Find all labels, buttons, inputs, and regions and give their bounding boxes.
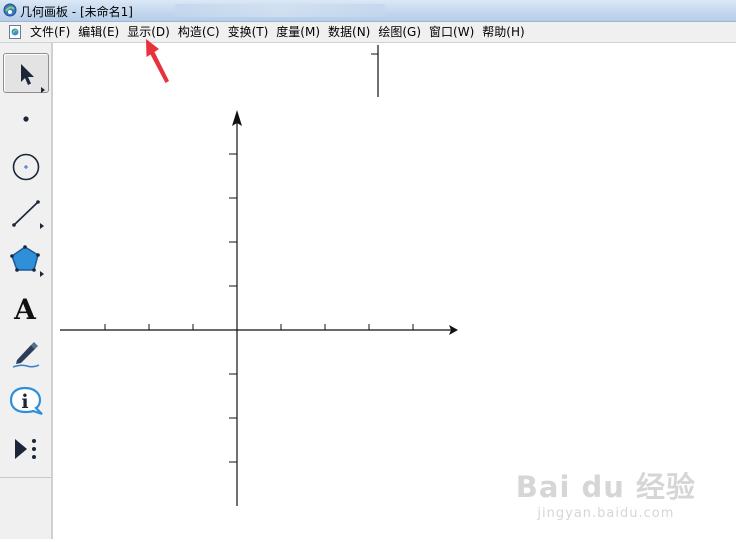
info-icon: i [9,386,43,416]
toolbox: A i [0,43,53,539]
document-icon[interactable] [7,24,23,40]
sketch-canvas[interactable]: Bai du 经验 jingyan.baidu.com [55,43,736,539]
menu-edit[interactable]: 编辑(E) [77,22,126,42]
info-tool-label: i [21,391,28,413]
menu-construct[interactable]: 构造(C) [177,22,227,42]
window-title: 几何画板 - [未命名1] [20,5,133,19]
y-axis[interactable] [229,110,242,506]
compass-tool[interactable] [3,146,49,186]
circle-icon [12,153,40,181]
menu-file[interactable]: 文件(F) [29,22,77,42]
toolbox-divider [0,477,51,478]
menu-graph[interactable]: 绘图(G) [377,22,428,42]
arrow-icon [21,64,45,93]
text-icon: A [13,293,37,326]
menu-items: 文件(F) 编辑(E) 显示(D) 构造(C) 变换(T) 度量(M) 数据(N… [29,22,532,42]
point-icon [23,116,29,122]
menu-help[interactable]: 帮助(H) [481,22,531,42]
point-tool[interactable] [3,98,49,138]
arrow-tool[interactable] [3,53,49,93]
text-tool-label: A [13,293,37,326]
app-icon [3,3,17,17]
blurred-title-region [175,4,385,17]
marker-tool[interactable] [3,333,49,373]
custom-tool-icon [15,439,36,459]
sketch-drawing [60,45,458,506]
annotation-arrow-icon [146,39,169,83]
information-tool[interactable]: i [3,381,49,421]
menu-window[interactable]: 窗口(W) [428,22,481,42]
menu-data[interactable]: 数据(N) [327,22,377,42]
menu-bar: 文件(F) 编辑(E) 显示(D) 构造(C) 变换(T) 度量(M) 数据(N… [0,22,736,43]
straightedge-tool[interactable] [3,193,49,233]
vertical-segment-mark[interactable] [371,45,379,97]
title-bar: 几何画板 - [未命名1] [0,0,736,22]
marker-icon [12,342,40,368]
menu-measure[interactable]: 度量(M) [275,22,327,42]
menu-transform[interactable]: 变换(T) [227,22,276,42]
custom-tool[interactable] [3,428,49,468]
pentagon-icon [10,245,44,277]
polygon-tool[interactable] [3,239,49,279]
text-tool[interactable]: A [3,288,49,328]
x-axis[interactable] [60,324,458,335]
y-axis-ticks [229,153,237,463]
x-axis-ticks [104,324,414,330]
segment-icon [12,200,44,229]
